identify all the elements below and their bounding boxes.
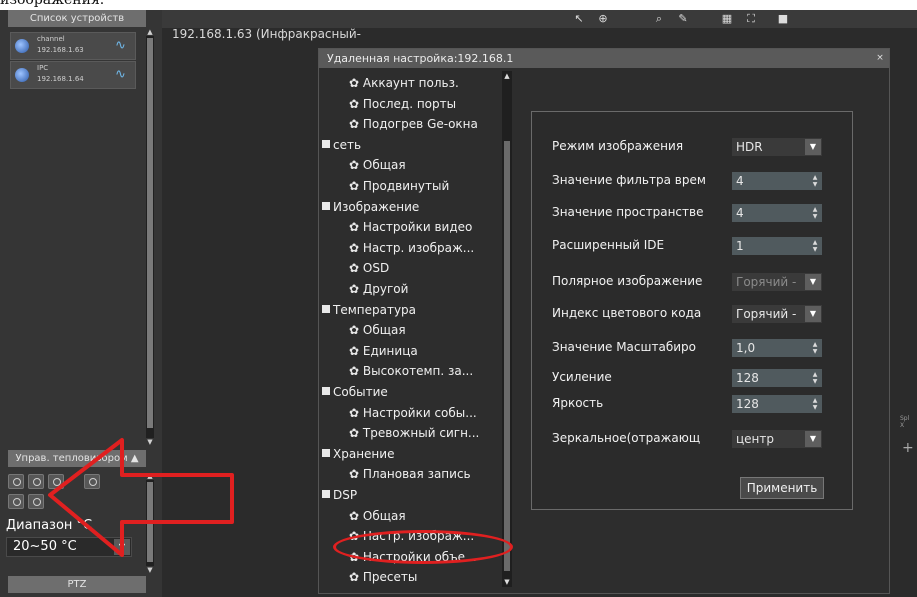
caption-text: изображения. — [0, 0, 105, 8]
arrow-annotation — [48, 438, 234, 557]
app-window: ↖ ⊕ ⌕ ✎ ▦ ⛶ ■ Список устройств channel 1… — [0, 10, 917, 597]
arrow-icon — [48, 438, 234, 557]
caption-fragment: изображения. — [0, 0, 917, 10]
